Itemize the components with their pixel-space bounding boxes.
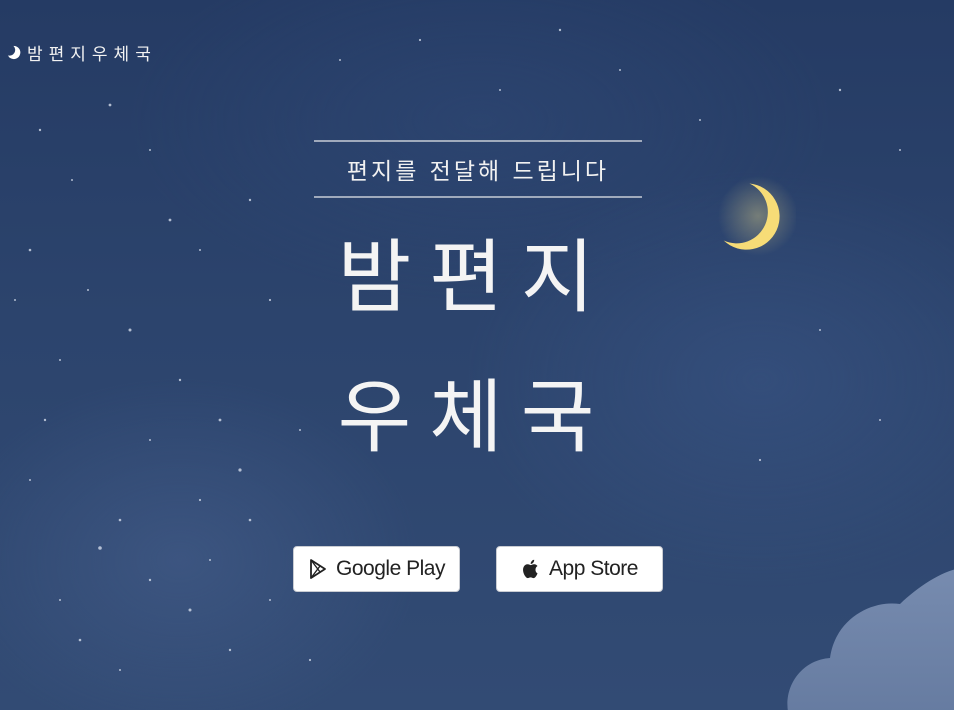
app-store-label: App Store [549,557,638,580]
hero-subtitle: 편지를 전달해 드립니다 [346,159,610,185]
google-play-button[interactable]: Google Play [293,546,460,592]
google-play-icon [310,559,326,579]
crescent-moon-icon [7,45,21,60]
cloud-illustration [787,569,954,710]
brand-name: 밤편지우체국 [27,45,157,65]
hero-title-line2: 우체국 [337,371,613,464]
brand-logo[interactable]: 밤편지우체국 [6,40,157,65]
apple-icon [523,559,538,579]
crescent-moon-illustration [718,176,796,256]
subtitle-banner: 편지를 전달해 드립니다 [314,140,642,198]
app-store-button[interactable]: App Store [496,546,663,592]
google-play-label: Google Play [336,557,445,580]
hero-title-line1: 밤편지 [337,231,613,324]
